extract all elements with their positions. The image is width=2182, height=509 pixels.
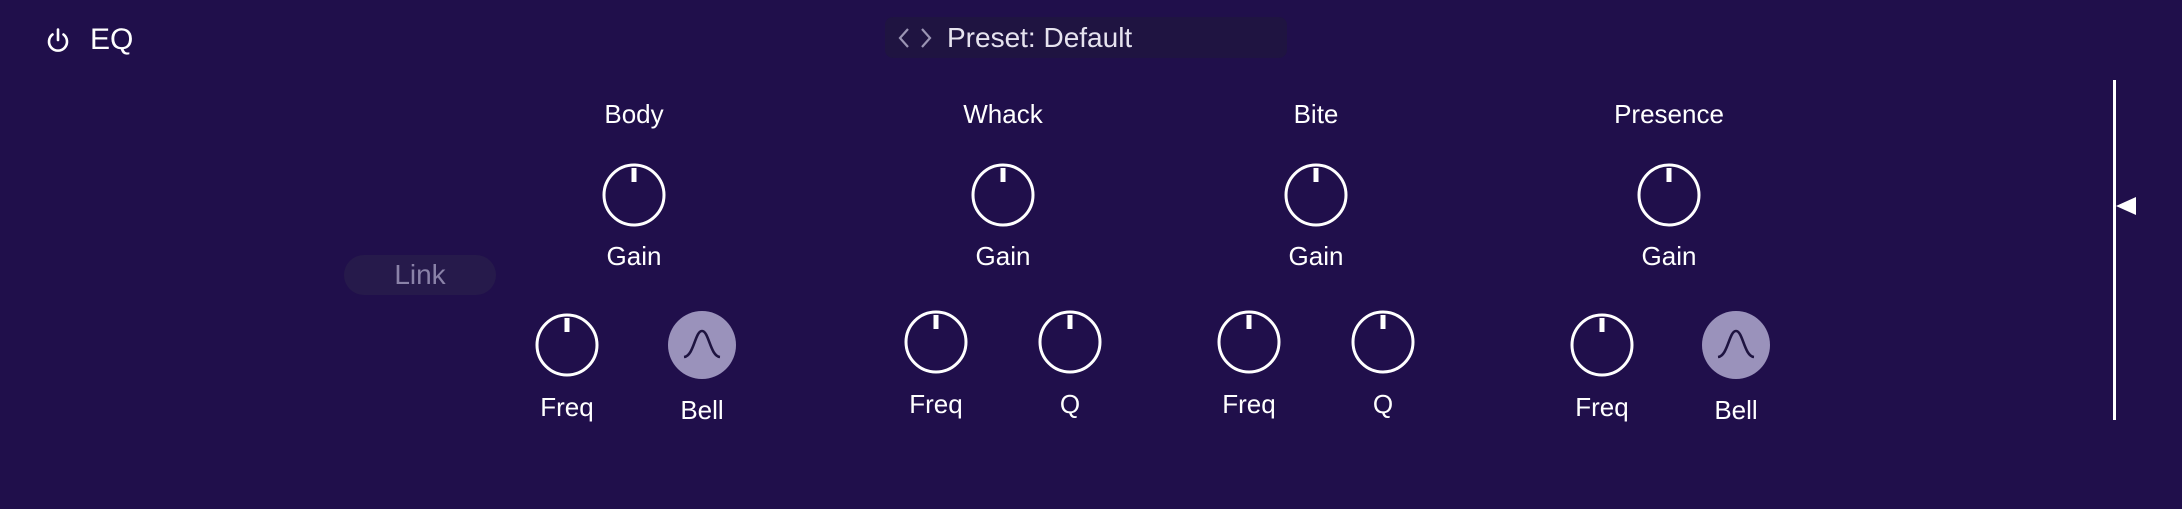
gain-label: Gain: [1288, 241, 1344, 271]
bell-curve-icon: [1717, 329, 1755, 359]
output-slider-track[interactable]: [2113, 80, 2116, 420]
band-title: Whack: [963, 99, 1043, 129]
band-title: Bite: [1293, 99, 1339, 129]
link-button[interactable]: Link: [344, 255, 496, 295]
q-label: Q: [1059, 389, 1081, 419]
freq-knob[interactable]: [903, 309, 969, 375]
freq-knob[interactable]: [1569, 312, 1635, 378]
preset-selector[interactable]: Preset: Default: [885, 17, 1287, 58]
preset-label: Preset: Default: [947, 21, 1133, 53]
chevron-left-icon[interactable]: [893, 23, 915, 53]
panel-title: EQ: [90, 23, 134, 56]
freq-label: Freq: [909, 389, 963, 419]
bell-shape-button[interactable]: [668, 311, 736, 379]
gain-label: Gain: [975, 241, 1031, 271]
gain-label: Gain: [1641, 241, 1697, 271]
gain-knob[interactable]: [1283, 162, 1349, 228]
q-knob[interactable]: [1350, 309, 1416, 375]
shape-label: Bell: [680, 395, 724, 425]
freq-label: Freq: [540, 392, 594, 422]
chevron-right-icon[interactable]: [915, 23, 937, 53]
band-title: Body: [604, 99, 664, 129]
gain-knob[interactable]: [970, 162, 1036, 228]
gain-label: Gain: [606, 241, 662, 271]
slider-handle-arrow-icon[interactable]: [2116, 197, 2136, 215]
eq-panel: EQ Preset: Default Link Body Gain Freq B…: [0, 0, 2182, 509]
freq-knob[interactable]: [1216, 309, 1282, 375]
gain-knob[interactable]: [1636, 162, 1702, 228]
freq-label: Freq: [1222, 389, 1276, 419]
q-knob[interactable]: [1037, 309, 1103, 375]
bell-curve-icon: [683, 329, 721, 359]
shape-label: Bell: [1714, 395, 1758, 425]
gain-knob[interactable]: [601, 162, 667, 228]
q-label: Q: [1372, 389, 1394, 419]
bell-shape-button[interactable]: [1702, 311, 1770, 379]
freq-label: Freq: [1575, 392, 1629, 422]
band-title: Presence: [1614, 99, 1724, 129]
power-icon[interactable]: [45, 27, 71, 55]
freq-knob[interactable]: [534, 312, 600, 378]
